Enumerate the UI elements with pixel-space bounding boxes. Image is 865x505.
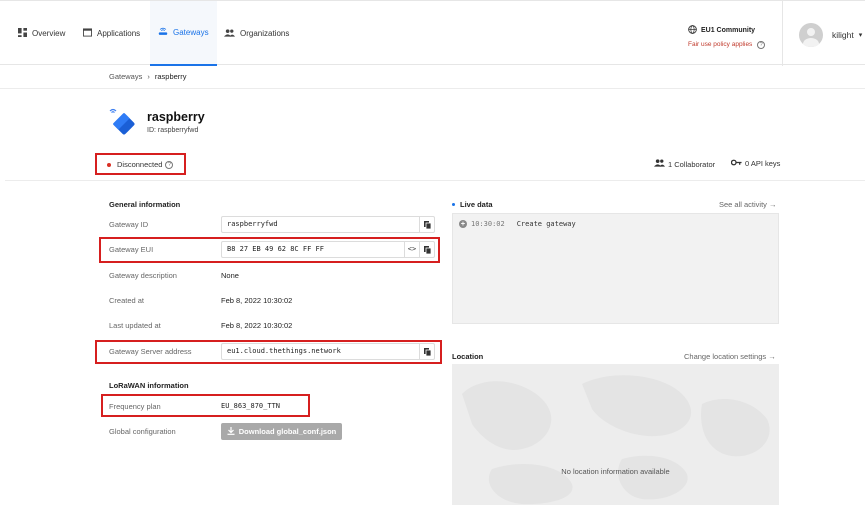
- gateway-id-subtitle: ID: raspberryfwd: [147, 127, 199, 134]
- gateway-icon: [158, 27, 168, 38]
- gateway-id-field: raspberryfwd: [221, 216, 435, 233]
- top-navigation: Overview Applications Gateways Organizat…: [0, 0, 865, 66]
- collaborators-link[interactable]: 1 Collaborator: [654, 159, 715, 169]
- people-icon: [224, 28, 235, 39]
- created-at-label: Created at: [109, 296, 145, 305]
- download-global-conf-button[interactable]: Download global_conf.json: [221, 423, 342, 440]
- nav-applications-label: Applications: [97, 29, 141, 38]
- fair-use-label: Fair use policy applies: [688, 41, 753, 48]
- help-icon: ?: [757, 41, 766, 49]
- plus-circle-icon: +: [459, 220, 467, 228]
- annotation-box-frequency: [101, 394, 310, 417]
- map-background: [462, 375, 770, 505]
- network-name: EU1 Community: [701, 27, 756, 34]
- nav-gateways-label: Gateways: [173, 28, 209, 37]
- nav-separator: [782, 1, 783, 66]
- list-item[interactable]: + 10:30:02 Create gateway: [459, 220, 576, 228]
- annotation-box-eui: [99, 237, 440, 263]
- dashboard-icon: [18, 28, 27, 39]
- breadcrumb-current: raspberry: [154, 72, 187, 81]
- event-text: Create gateway: [516, 220, 576, 228]
- download-label: Download global_conf.json: [238, 427, 337, 436]
- gateway-id-value: raspberryfwd: [227, 220, 278, 228]
- live-dot-icon: [452, 203, 455, 206]
- global-config-label: Global configuration: [109, 427, 176, 436]
- live-data-label: Live data: [460, 200, 493, 209]
- nav-gateways[interactable]: Gateways: [150, 1, 217, 66]
- key-icon: [730, 159, 742, 168]
- event-time: 10:30:02: [471, 220, 505, 228]
- change-location-link[interactable]: Change location settings →: [684, 352, 776, 361]
- api-keys-link[interactable]: 0 API keys: [730, 159, 781, 168]
- general-info-title: General information: [109, 200, 181, 209]
- gateway-description-label: Gateway description: [109, 271, 177, 280]
- lorawan-info-title: LoRaWAN information: [109, 381, 189, 390]
- gateway-description-value: None: [221, 271, 239, 280]
- copy-icon: [423, 220, 431, 229]
- breadcrumb-separator: ›: [147, 72, 150, 81]
- location-title: Location: [452, 352, 484, 361]
- created-at-value: Feb 8, 2022 10:30:02: [221, 296, 293, 305]
- globe-icon: [688, 25, 697, 36]
- nav-organizations[interactable]: Organizations: [224, 1, 289, 66]
- gateway-logo-icon: [108, 107, 140, 141]
- location-map[interactable]: No location information available: [452, 364, 779, 505]
- live-data-panel: + 10:30:02 Create gateway: [452, 213, 779, 324]
- breadcrumb: Gateways › raspberry: [109, 72, 187, 81]
- see-all-activity-link[interactable]: See all activity →: [719, 200, 777, 209]
- annotation-box-server: [95, 340, 442, 364]
- avatar: [799, 23, 823, 47]
- nav-applications[interactable]: Applications: [83, 1, 140, 66]
- nav-overview[interactable]: Overview: [18, 1, 65, 66]
- network-indicator: EU1 Community Fair use policy applies ?: [688, 25, 778, 49]
- download-icon: [227, 426, 235, 437]
- user-menu[interactable]: kilight ▾: [799, 23, 862, 47]
- last-updated-label: Last updated at: [109, 321, 161, 330]
- last-updated-value: Feb 8, 2022 10:30:02: [221, 321, 293, 330]
- nav-organizations-label: Organizations: [240, 29, 290, 38]
- gateway-id-label: Gateway ID: [109, 220, 149, 229]
- header-divider: [5, 180, 865, 181]
- breadcrumb-gateways[interactable]: Gateways: [109, 72, 142, 81]
- api-keys-count: 0 API keys: [745, 159, 781, 168]
- people-icon: [654, 159, 665, 169]
- annotation-box-status: [95, 153, 186, 175]
- breadcrumb-divider: [0, 88, 865, 89]
- copy-button[interactable]: [419, 217, 434, 232]
- nav-overview-label: Overview: [32, 29, 66, 38]
- collaborators-count: 1 Collaborator: [668, 159, 716, 169]
- page-title: raspberry: [147, 110, 205, 124]
- chevron-down-icon: ▾: [858, 32, 863, 39]
- live-data-title: Live data: [452, 200, 493, 209]
- location-empty-message: No location information available: [561, 467, 670, 476]
- applications-icon: [83, 28, 92, 39]
- username: kilight: [832, 30, 854, 40]
- fair-use-link[interactable]: Fair use policy applies ?: [688, 41, 778, 49]
